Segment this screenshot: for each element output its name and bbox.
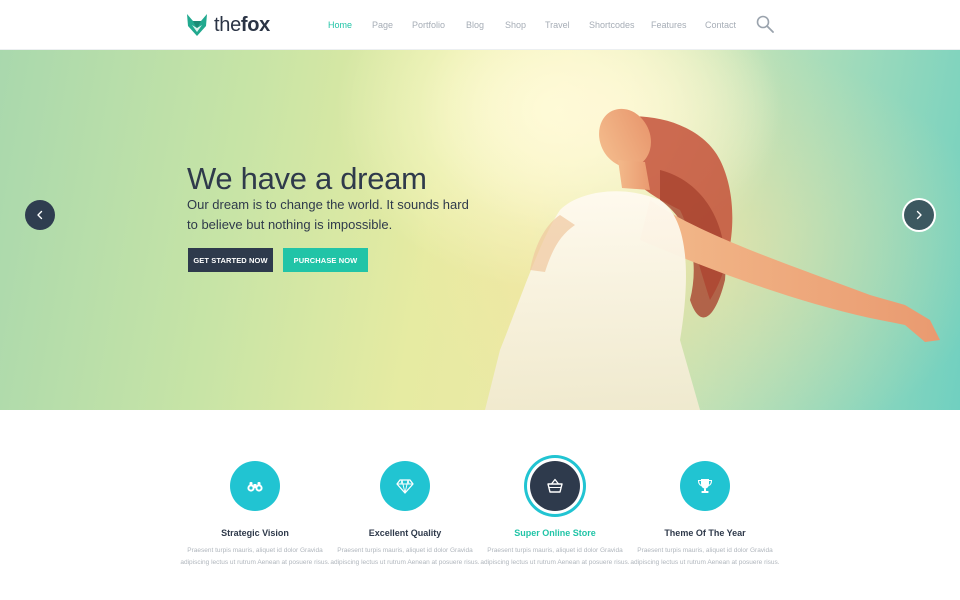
nav-item-contact[interactable]: Contact [705, 20, 736, 30]
get-started-button[interactable]: GET STARTED NOW [188, 248, 273, 272]
nav-item-shop[interactable]: Shop [505, 20, 526, 30]
nav-item-travel[interactable]: Travel [545, 20, 570, 30]
nav-item-shortcodes[interactable]: Shortcodes [589, 20, 635, 30]
feature-icon-wrap [230, 461, 280, 511]
hero-woman-image [420, 50, 940, 410]
nav-item-page[interactable]: Page [372, 20, 393, 30]
logo[interactable]: thefox [186, 10, 270, 40]
feature-text: Praesent turpis mauris, aliquet id dolor… [180, 547, 330, 566]
logo-text: thefox [214, 14, 270, 37]
feature-title: Strategic Vision [221, 528, 289, 538]
feature-text: Praesent turpis mauris, aliquet id dolor… [330, 547, 480, 566]
slider-prev-button[interactable] [25, 200, 55, 230]
hero-description: Our dream is to change the world. It sou… [187, 197, 469, 232]
binoculars-icon [247, 482, 263, 492]
feature-text: Praesent turpis mauris, aliquet id dolor… [480, 547, 630, 566]
nav-item-features[interactable]: Features [651, 20, 687, 30]
logo-text-light: the [214, 13, 241, 36]
chevron-left-icon [37, 210, 43, 220]
search-icon[interactable] [756, 15, 774, 33]
site-header: thefox Home Page Portfolio Blog Shop Tra… [0, 0, 960, 50]
trophy-icon [697, 479, 713, 493]
nav-item-home[interactable]: Home [328, 20, 352, 30]
hero-slider: We have a dream Our dream is to change t… [0, 50, 960, 410]
nav-item-portfolio[interactable]: Portfolio [412, 20, 445, 30]
feature-icon-circle [380, 461, 430, 511]
fox-logo-icon [187, 14, 207, 36]
feature-title: Excellent Quality [368, 528, 442, 538]
feature-title: Super Online Store [514, 528, 596, 538]
feature-icon-circle [530, 461, 580, 511]
features-section: Strategic Vision Praesent turpis mauris,… [0, 410, 960, 600]
feature-icon-circle [680, 461, 730, 511]
purchase-now-button[interactable]: PURCHASE NOW [283, 248, 368, 272]
feature-icon-circle [230, 461, 280, 511]
feature-icon-wrap [680, 461, 730, 511]
hero-title: We have a dream [187, 161, 427, 196]
basket-icon [547, 478, 563, 493]
feature-icon-wrap [380, 461, 430, 511]
nav-item-blog[interactable]: Blog [466, 20, 484, 30]
diamond-icon [396, 479, 414, 494]
slider-next-button[interactable] [904, 200, 934, 230]
feature-icon-wrap [530, 461, 580, 511]
feature-text: Praesent turpis mauris, aliquet id dolor… [630, 547, 780, 566]
feature-title: Theme Of The Year [664, 528, 746, 538]
chevron-right-icon [916, 210, 922, 220]
logo-text-bold: fox [240, 13, 271, 36]
